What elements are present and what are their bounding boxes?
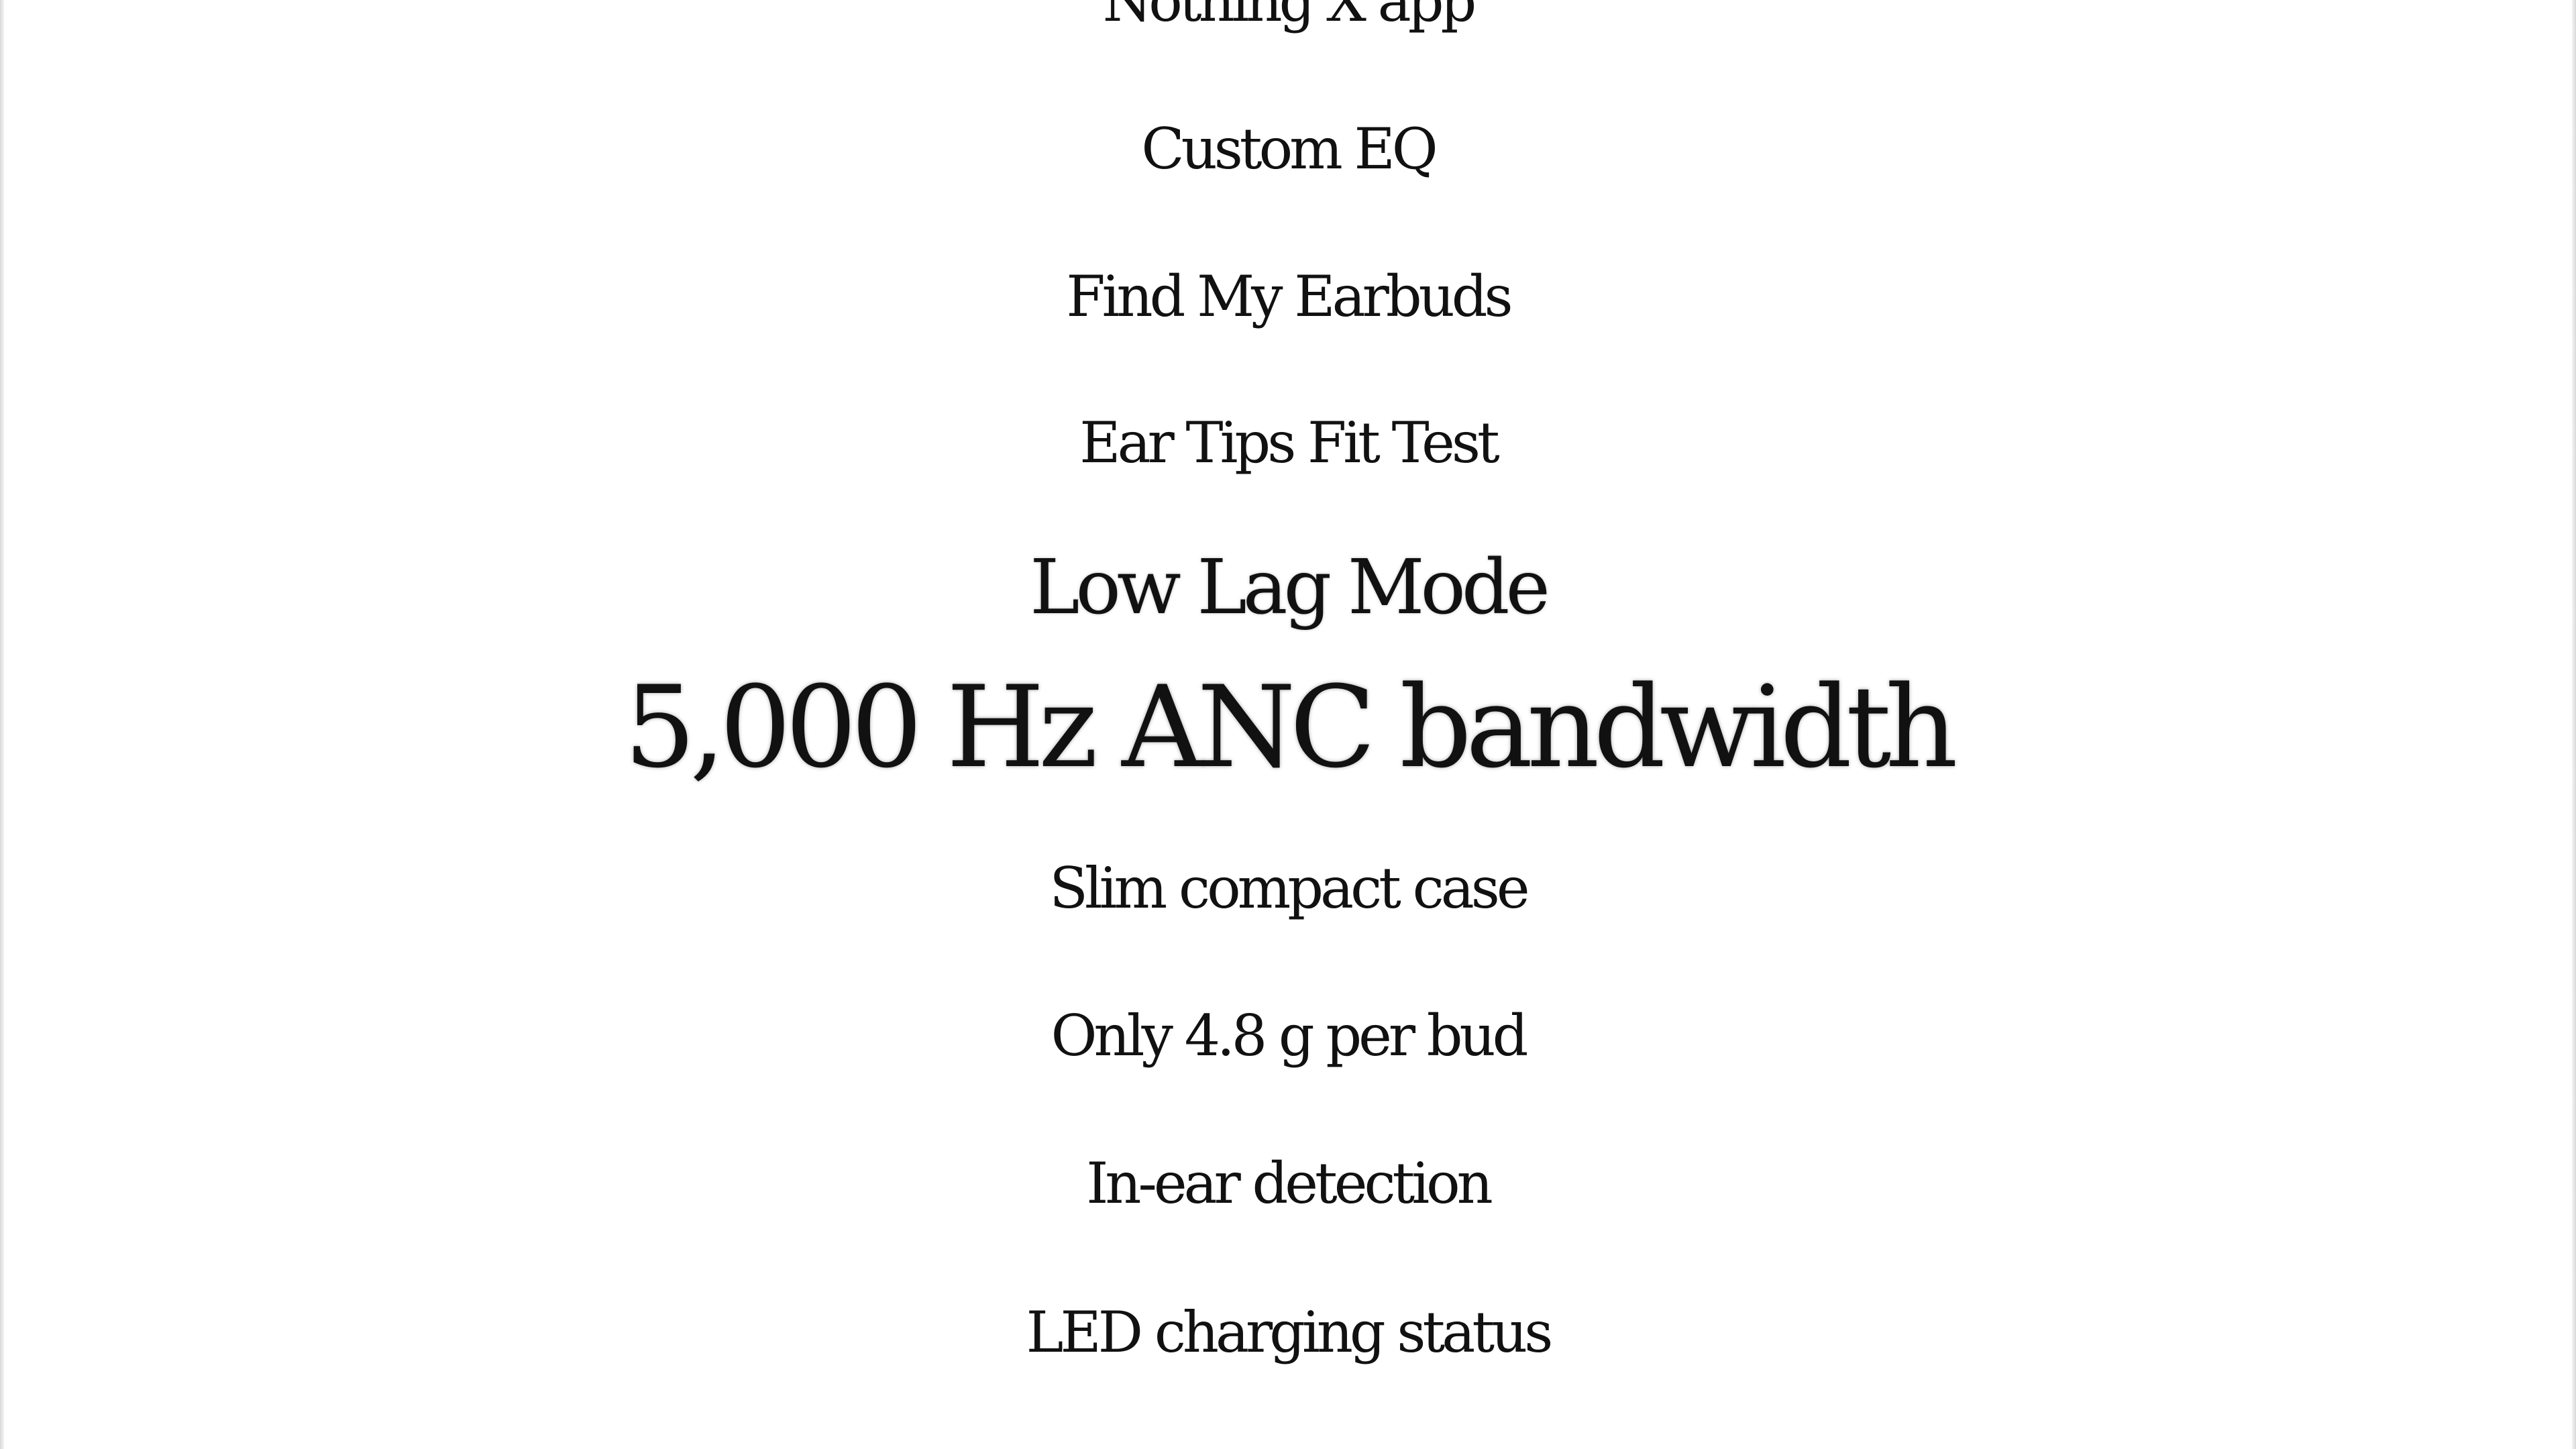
feature-custom-eq: Custom EQ (1141, 116, 1438, 182)
feature-scroll-frame: Nothing X app Custom EQ Find My Earbuds … (0, 0, 2576, 1449)
feature-slim-compact-case: Slim compact case (1049, 855, 1529, 921)
feature-in-ear-detection: In-ear detection (1086, 1150, 1493, 1216)
feature-low-lag-mode: Low Lag Mode (1030, 544, 1550, 631)
feature-weight-per-bud: Only 4.8 g per bud (1051, 1003, 1529, 1069)
feature-anc-bandwidth: 5,000 Hz ANC bandwidth (624, 661, 1957, 793)
feature-find-my-earbuds: Find My Earbuds (1066, 264, 1513, 329)
feature-ear-tips-fit-test: Ear Tips Fit Test (1079, 410, 1499, 476)
feature-led-charging-status: LED charging status (1026, 1299, 1554, 1365)
feature-nothing-x-app: Nothing X app (1102, 0, 1477, 34)
